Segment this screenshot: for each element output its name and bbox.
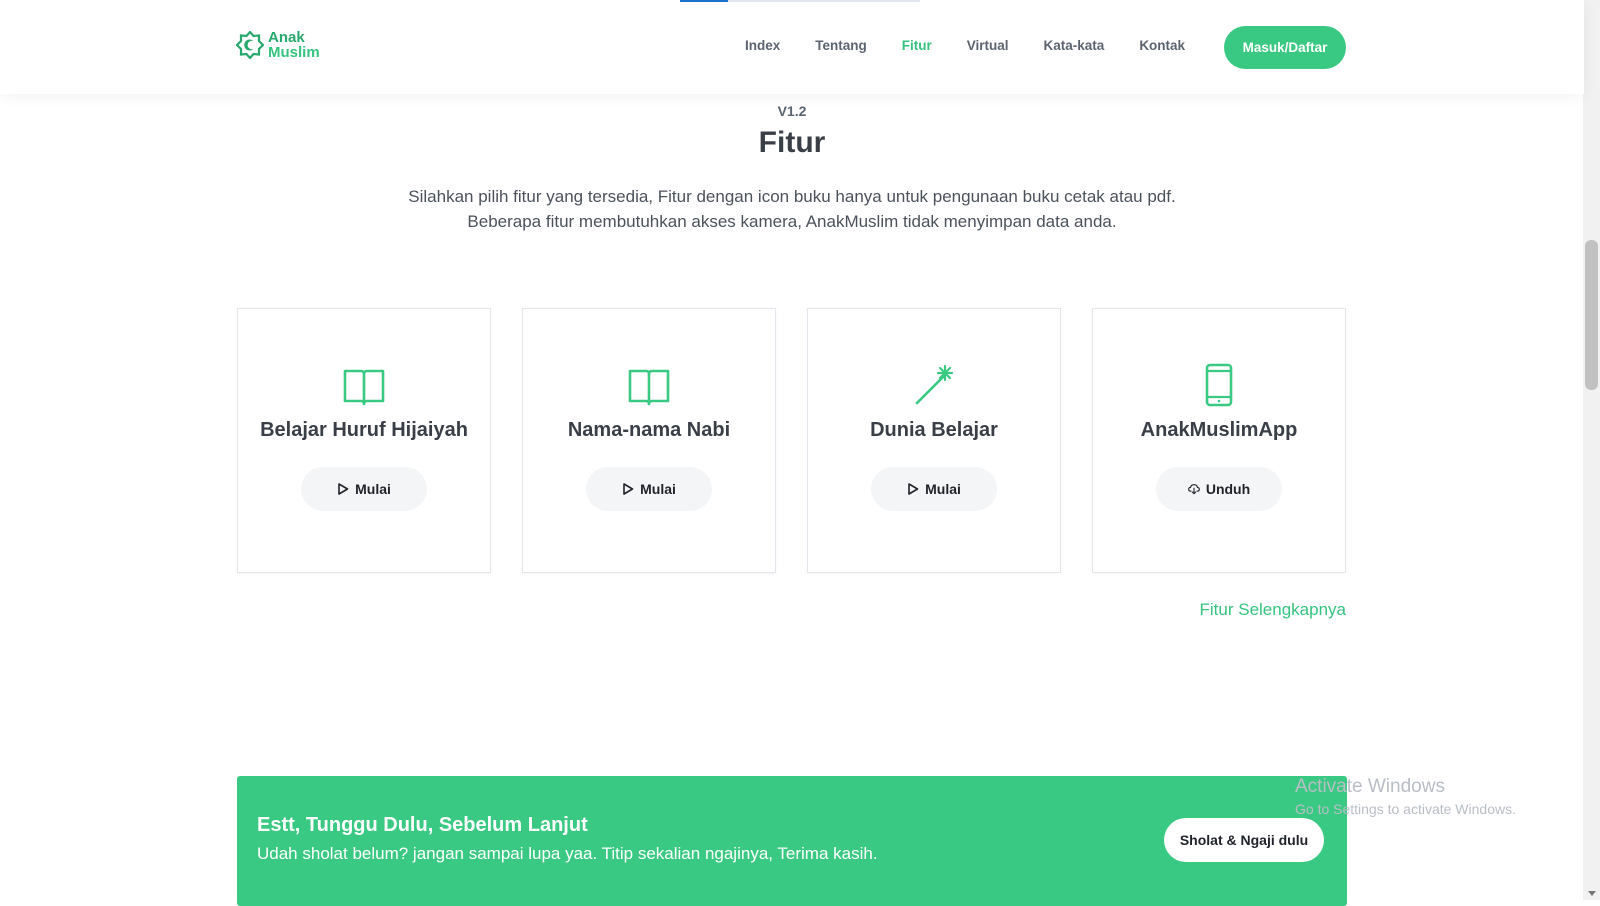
activate-windows-watermark: Activate Windows Go to Settings to activ… bbox=[1295, 776, 1516, 817]
card-title: Dunia Belajar bbox=[870, 419, 998, 441]
section-description-line1: Silahkan pilih fitur yang tersedia, Fitu… bbox=[408, 187, 1176, 206]
download-button[interactable]: Unduh bbox=[1156, 467, 1282, 511]
banner-title: Estt, Tunggu Dulu, Sebelum Lanjut bbox=[257, 814, 588, 836]
start-button-label: Mulai bbox=[925, 481, 961, 497]
play-icon bbox=[908, 483, 919, 495]
nav-link-virtual[interactable]: Virtual bbox=[967, 38, 1009, 53]
start-button[interactable]: Mulai bbox=[871, 467, 997, 511]
play-icon bbox=[338, 483, 349, 495]
start-button[interactable]: Mulai bbox=[301, 467, 427, 511]
top-progress-indicator bbox=[680, 0, 920, 2]
book-icon bbox=[628, 369, 670, 406]
logo-text-line1: Anak bbox=[268, 29, 305, 46]
feature-cards: Belajar Huruf Hijaiyah Mulai Nama-nama N… bbox=[237, 308, 1346, 573]
card-title: Nama-nama Nabi bbox=[567, 419, 731, 441]
feature-card: Nama-nama Nabi Mulai bbox=[522, 308, 776, 573]
nav-link-fitur[interactable]: Fitur bbox=[902, 38, 932, 53]
prayer-reminder-banner: Estt, Tunggu Dulu, Sebelum Lanjut Udah s… bbox=[237, 776, 1347, 906]
feature-card: AnakMuslimApp Unduh bbox=[1092, 308, 1346, 573]
start-button[interactable]: Mulai bbox=[586, 467, 712, 511]
start-button-label: Mulai bbox=[640, 481, 676, 497]
logo-text: Anak Muslim bbox=[268, 30, 320, 60]
cloud-download-icon bbox=[1187, 484, 1200, 495]
section-description: Silahkan pilih fitur yang tersedia, Fitu… bbox=[0, 184, 1584, 234]
more-features-link[interactable]: Fitur Selengkapnya bbox=[1100, 600, 1346, 620]
nav-link-kontak[interactable]: Kontak bbox=[1139, 38, 1185, 53]
top-progress-indicator-active bbox=[680, 0, 728, 2]
feature-card: Belajar Huruf Hijaiyah Mulai bbox=[237, 308, 491, 573]
download-button-label: Unduh bbox=[1205, 481, 1251, 497]
nav-link-kata-kata[interactable]: Kata-kata bbox=[1044, 38, 1105, 53]
magic-wand-icon bbox=[915, 364, 954, 405]
scrollbar-thumb[interactable] bbox=[1585, 240, 1598, 390]
logo-text-line2: Muslim bbox=[268, 44, 320, 61]
version-label: V1.2 bbox=[777, 103, 807, 119]
logo-icon bbox=[236, 31, 264, 59]
play-icon bbox=[623, 483, 634, 495]
start-button-label: Mulai bbox=[355, 481, 391, 497]
login-register-button[interactable]: Masuk/Daftar bbox=[1224, 26, 1346, 69]
banner-text: Udah sholat belum? jangan sampai lupa ya… bbox=[257, 844, 878, 863]
card-title: Belajar Huruf Hijaiyah bbox=[260, 419, 468, 441]
section-title: Fitur bbox=[758, 126, 826, 159]
section-description-line2: Beberapa fitur membutuhkan akses kamera,… bbox=[467, 212, 1117, 231]
pray-and-recite-button[interactable]: Sholat & Ngaji dulu bbox=[1164, 818, 1324, 862]
feature-card: Dunia Belajar Mulai bbox=[807, 308, 1061, 573]
nav-link-index[interactable]: Index bbox=[745, 38, 780, 53]
phone-icon bbox=[1205, 363, 1233, 407]
card-title: AnakMuslimApp bbox=[1140, 419, 1298, 441]
logo[interactable]: Anak Muslim bbox=[236, 30, 320, 60]
watermark-title: Activate Windows bbox=[1295, 776, 1445, 797]
vertical-scrollbar[interactable] bbox=[1583, 0, 1600, 900]
watermark-subtitle: Go to Settings to activate Windows. bbox=[1295, 801, 1516, 817]
nav-links: Index Tentang Fitur Virtual Kata-kata Ko… bbox=[745, 38, 1220, 53]
nav-link-tentang[interactable]: Tentang bbox=[815, 38, 867, 53]
navbar: Anak Muslim Index Tentang Fitur Virtual … bbox=[0, 0, 1584, 94]
scroll-down-arrow-icon[interactable] bbox=[1588, 891, 1596, 896]
book-icon bbox=[343, 369, 385, 406]
